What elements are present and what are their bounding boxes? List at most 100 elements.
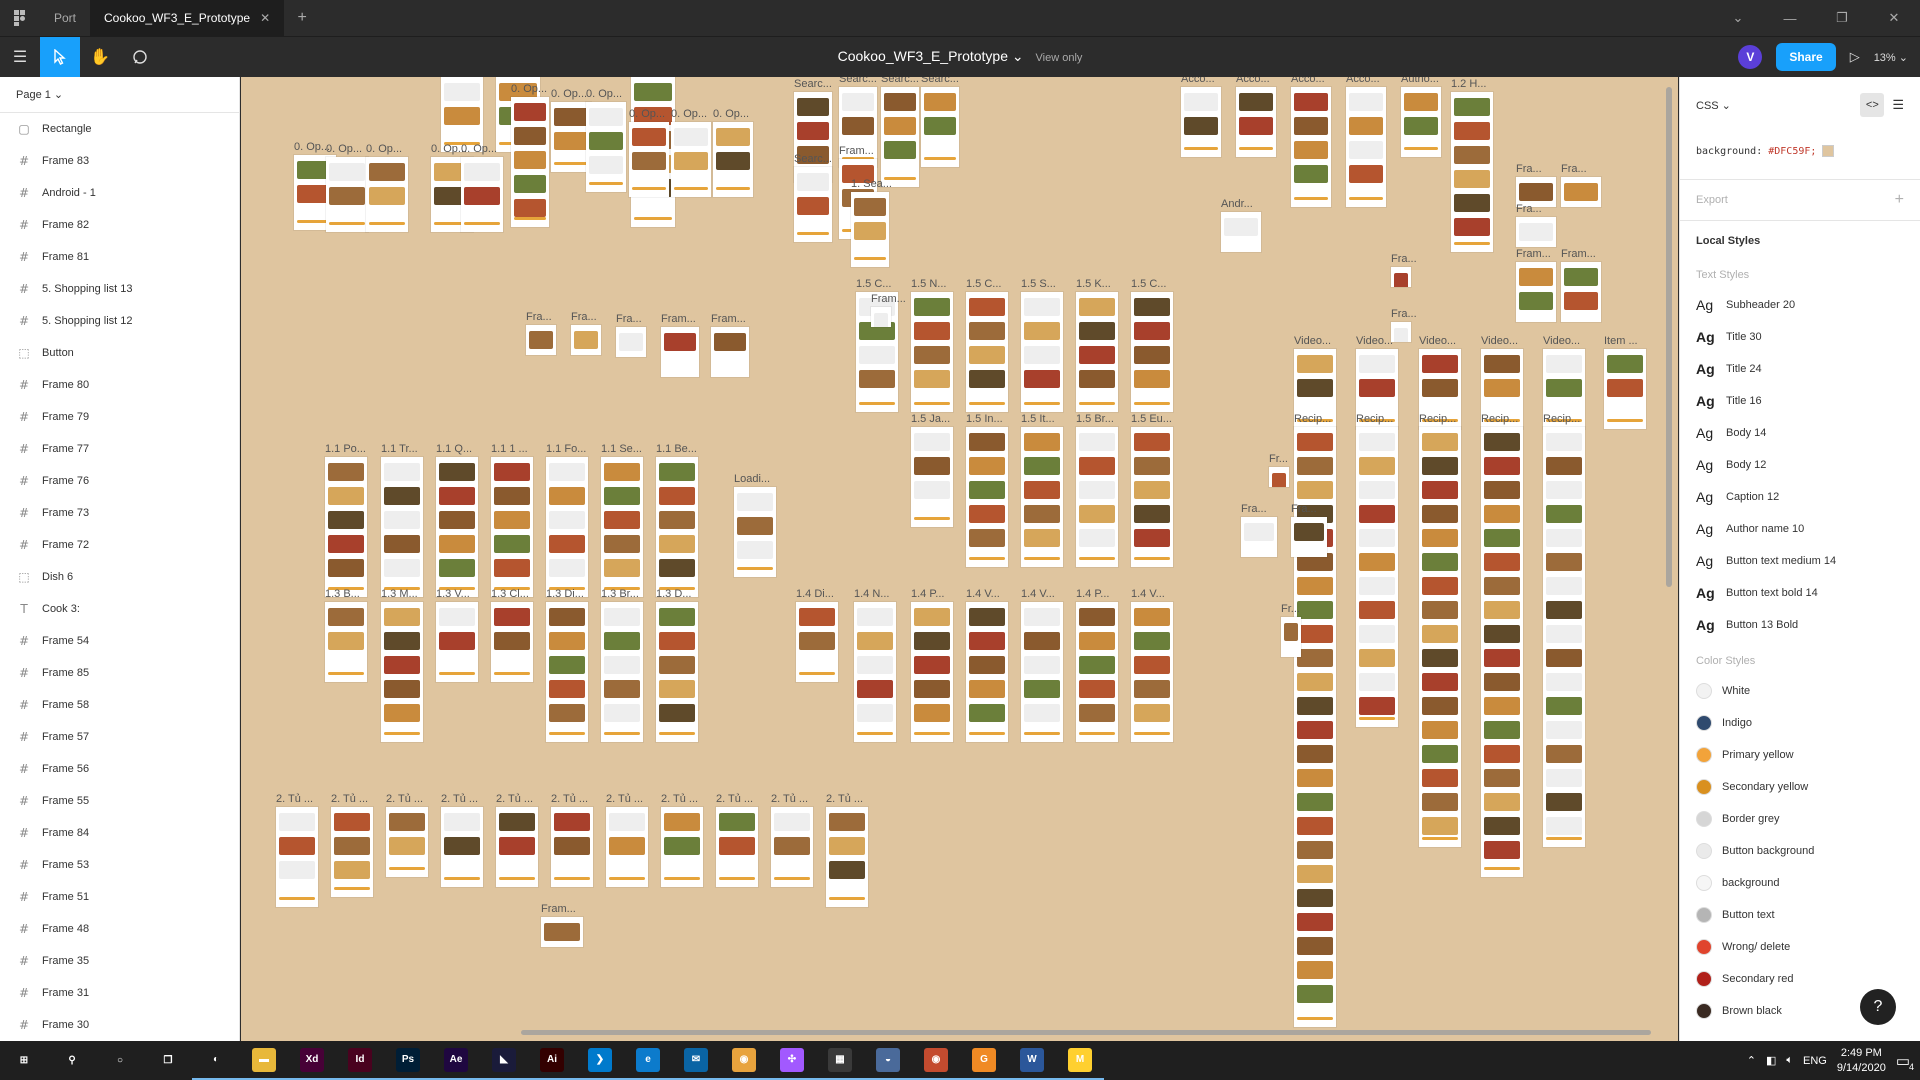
- layer-item[interactable]: # Frame 30: [0, 1009, 239, 1041]
- frame-label[interactable]: 2. Tủ ...: [276, 793, 313, 805]
- layer-item[interactable]: #5. Shopping list 13: [0, 273, 239, 305]
- frame-thumbnail[interactable]: [436, 457, 478, 597]
- layer-item[interactable]: # Frame 76: [0, 465, 239, 497]
- frame-thumbnail[interactable]: [1401, 87, 1441, 157]
- frame-label[interactable]: 1.4 V...: [1021, 588, 1055, 600]
- frame-thumbnail[interactable]: [276, 807, 318, 907]
- frame-label[interactable]: 1.1 Se...: [601, 443, 642, 455]
- frame-label[interactable]: Acco...: [1291, 77, 1325, 85]
- layer-item[interactable]: # Frame 83: [0, 145, 239, 177]
- volume-icon[interactable]: 🔈︎: [1786, 1054, 1793, 1067]
- frame-thumbnail[interactable]: [441, 77, 483, 152]
- frame-label[interactable]: 1.5 C...: [856, 278, 891, 290]
- word-icon[interactable]: W: [1008, 1041, 1056, 1080]
- frame-thumbnail[interactable]: [716, 807, 758, 887]
- frame-label[interactable]: 0. Op...: [551, 88, 587, 100]
- frame-label[interactable]: 2. Tủ ...: [716, 793, 753, 805]
- frame-label[interactable]: Searc...: [794, 153, 832, 165]
- frame-thumbnail[interactable]: [381, 457, 423, 597]
- frame-thumbnail[interactable]: [966, 602, 1008, 742]
- text-style-item[interactable]: Ag Body 12: [1680, 449, 1920, 481]
- frame-label[interactable]: 1.5 In...: [966, 413, 1003, 425]
- frame-label[interactable]: 1.5 N...: [911, 278, 946, 290]
- frame-thumbnail[interactable]: [851, 192, 889, 267]
- frame-label[interactable]: 2. Tủ ...: [771, 793, 808, 805]
- keyboard-icon[interactable]: ▦: [816, 1041, 864, 1080]
- frame-thumbnail[interactable]: [713, 122, 753, 197]
- frame-thumbnail[interactable]: [1021, 427, 1063, 567]
- present-play-icon[interactable]: ▷: [1850, 49, 1860, 65]
- frame-thumbnail[interactable]: [1604, 349, 1646, 429]
- frame-thumbnail[interactable]: [511, 97, 549, 227]
- search-icon[interactable]: ⚲: [48, 1041, 96, 1080]
- frame-label[interactable]: 1.4 P...: [911, 588, 944, 600]
- avatar[interactable]: V: [1738, 45, 1763, 69]
- frame-label[interactable]: Video...: [1294, 335, 1331, 347]
- color-style-item[interactable]: Border grey: [1680, 803, 1920, 835]
- frame-label[interactable]: 1.3 Br...: [601, 588, 639, 600]
- frame-thumbnail[interactable]: [1291, 87, 1331, 207]
- layer-item[interactable]: # Frame 58: [0, 689, 239, 721]
- frame-label[interactable]: 0. Op...: [461, 143, 497, 155]
- layer-item[interactable]: ⬚ Dish 6: [0, 561, 239, 593]
- frame-label[interactable]: Fra...: [1391, 308, 1417, 320]
- foxit-icon[interactable]: G: [960, 1041, 1008, 1080]
- frame-label[interactable]: 1.5 C...: [1131, 278, 1166, 290]
- frame-thumbnail[interactable]: [871, 307, 891, 327]
- frame-thumbnail[interactable]: [1561, 177, 1601, 207]
- frame-thumbnail[interactable]: [381, 602, 423, 742]
- frame-label[interactable]: Andr...: [1221, 198, 1253, 210]
- frame-thumbnail[interactable]: [1391, 267, 1411, 287]
- frame-thumbnail[interactable]: [1076, 292, 1118, 412]
- frame-thumbnail[interactable]: [325, 457, 367, 597]
- layer-item[interactable]: # Frame 53: [0, 849, 239, 881]
- frame-label[interactable]: Item ...: [1604, 335, 1638, 347]
- chevron-up-icon[interactable]: ⌃: [1747, 1054, 1756, 1067]
- frame-label[interactable]: Fram...: [541, 903, 576, 915]
- frame-thumbnail[interactable]: [1543, 427, 1585, 847]
- network-icon[interactable]: ◧: [1766, 1054, 1776, 1067]
- frame-label[interactable]: Fram...: [1516, 248, 1551, 260]
- help-button[interactable]: ?: [1860, 989, 1896, 1025]
- chevron-down-icon[interactable]: ⌄: [1712, 0, 1764, 36]
- frame-label[interactable]: Fra...: [1561, 163, 1587, 175]
- frame-label[interactable]: Fra...: [526, 311, 552, 323]
- frame-thumbnail[interactable]: [601, 602, 643, 742]
- text-style-item[interactable]: Ag Button text medium 14: [1680, 545, 1920, 577]
- frame-thumbnail[interactable]: [496, 807, 538, 887]
- vertical-scrollbar[interactable]: [1666, 87, 1672, 587]
- frame-thumbnail[interactable]: [586, 102, 626, 192]
- frame-thumbnail[interactable]: [541, 917, 583, 947]
- frame-label[interactable]: 2. Tủ ...: [331, 793, 368, 805]
- layer-item[interactable]: # Frame 84: [0, 817, 239, 849]
- frame-label[interactable]: 1. Sea...: [851, 178, 892, 190]
- frame-thumbnail[interactable]: [1391, 322, 1411, 342]
- layer-item[interactable]: # Android - 1: [0, 177, 239, 209]
- frame-thumbnail[interactable]: [601, 457, 643, 597]
- frame-label[interactable]: Fra...: [571, 311, 597, 323]
- frame-label[interactable]: Fra...: [616, 313, 642, 325]
- frame-thumbnail[interactable]: [366, 157, 408, 232]
- frame-label[interactable]: 0. Op...: [671, 108, 707, 120]
- frame-thumbnail[interactable]: [491, 457, 533, 597]
- frame-thumbnail[interactable]: [854, 602, 896, 742]
- frame-label[interactable]: 1.1 Q...: [436, 443, 472, 455]
- frame-thumbnail[interactable]: [661, 327, 699, 377]
- illustrator-icon[interactable]: Ai: [528, 1041, 576, 1080]
- frame-label[interactable]: 1.3 M...: [381, 588, 418, 600]
- color-style-item[interactable]: White: [1680, 675, 1920, 707]
- figma-icon[interactable]: ✣: [768, 1041, 816, 1080]
- frame-thumbnail[interactable]: [911, 292, 953, 412]
- frame-label[interactable]: 1.5 It...: [1021, 413, 1055, 425]
- frame-thumbnail[interactable]: [881, 87, 919, 187]
- frame-thumbnail[interactable]: [1221, 212, 1261, 252]
- edge-icon[interactable]: e: [624, 1041, 672, 1080]
- layer-item[interactable]: ⬚ Button: [0, 337, 239, 369]
- page-selector[interactable]: Page 1 ⌄: [0, 77, 239, 113]
- frame-thumbnail[interactable]: [771, 807, 813, 887]
- frame-label[interactable]: Searc...: [794, 78, 832, 90]
- frame-label[interactable]: 2. Tủ ...: [441, 793, 478, 805]
- layer-item[interactable]: # Frame 85: [0, 657, 239, 689]
- indesign-icon[interactable]: Id: [336, 1041, 384, 1080]
- chrome-icon[interactable]: ◉: [720, 1041, 768, 1080]
